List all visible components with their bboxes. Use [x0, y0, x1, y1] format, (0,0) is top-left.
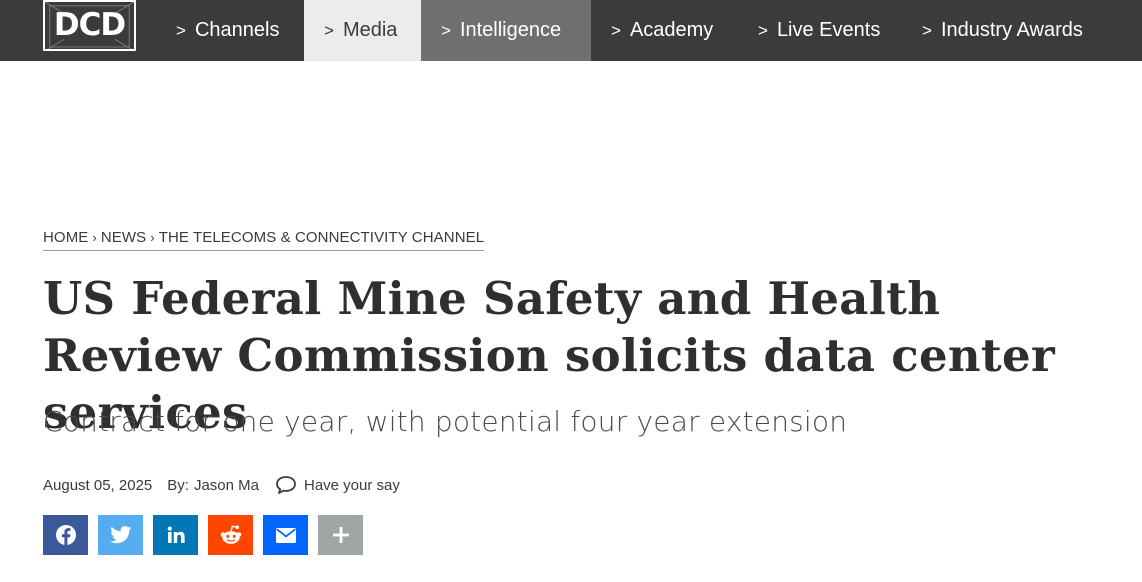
article-meta: August 05, 2025 By: Jason Ma Have your s…	[43, 474, 400, 496]
plus-icon	[332, 527, 349, 543]
linkedin-icon	[167, 526, 185, 543]
share-linkedin-button[interactable]	[153, 515, 198, 555]
share-twitter-button[interactable]	[98, 515, 143, 555]
nav-caret: >	[441, 20, 451, 40]
nav-label: Media	[342, 19, 398, 41]
comments-label: Have your say	[304, 476, 400, 494]
nav-industry-awards[interactable]: > Industry Awards	[902, 0, 1112, 61]
facebook-icon	[55, 525, 76, 545]
reddit-icon	[220, 525, 241, 544]
nav-intelligence[interactable]: > Intelligence	[421, 0, 591, 61]
top-navigation: DCD > Channels > Media > Intelligence > …	[0, 0, 1142, 61]
nav-label: Channels	[194, 19, 280, 41]
breadcrumb: HOME › NEWS › THE TELECOMS & CONNECTIVITY CH…	[43, 229, 485, 251]
nav-caret: >	[758, 20, 768, 40]
breadcrumb-separator: ›	[92, 230, 97, 245]
share-more-button[interactable]	[318, 515, 363, 555]
article-subtitle: Contract for one year, with potential fo…	[43, 405, 848, 438]
nav-label: Live Events	[776, 19, 881, 41]
share-email-button[interactable]	[263, 515, 308, 555]
nav-caret: >	[324, 20, 334, 40]
twitter-icon	[109, 526, 131, 544]
nav-channels[interactable]: > Channels	[156, 0, 304, 61]
breadcrumb-separator: ›	[150, 230, 155, 245]
email-icon	[275, 527, 296, 543]
publish-date: August 05, 2025	[43, 476, 153, 494]
logo-text: DCD	[53, 7, 126, 43]
breadcrumb-home[interactable]: HOME	[43, 229, 88, 246]
nav-label: Academy	[629, 19, 714, 41]
comments-link[interactable]: Have your say	[275, 475, 400, 495]
nav-academy[interactable]: > Academy	[591, 0, 738, 61]
breadcrumb-telecoms-channel[interactable]: THE TELECOMS & CONNECTIVITY CHANNEL	[159, 229, 485, 246]
dcd-logo[interactable]: DCD	[43, 0, 136, 51]
nav-label: Industry Awards	[940, 19, 1083, 41]
nav-label: Intelligence	[459, 19, 562, 41]
share-bar	[43, 515, 373, 555]
nav-caret: >	[176, 20, 186, 40]
share-reddit-button[interactable]	[208, 515, 253, 555]
share-facebook-button[interactable]	[43, 515, 88, 555]
nav-caret: >	[611, 20, 621, 40]
speech-bubble-icon	[275, 475, 297, 495]
breadcrumb-news[interactable]: NEWS	[101, 229, 146, 246]
nav-media[interactable]: > Media	[304, 0, 421, 61]
nav-live-events[interactable]: > Live Events	[738, 0, 902, 61]
nav-caret: >	[922, 20, 932, 40]
byline-label: By:	[167, 476, 189, 494]
author-link[interactable]: Jason Ma	[194, 477, 259, 494]
